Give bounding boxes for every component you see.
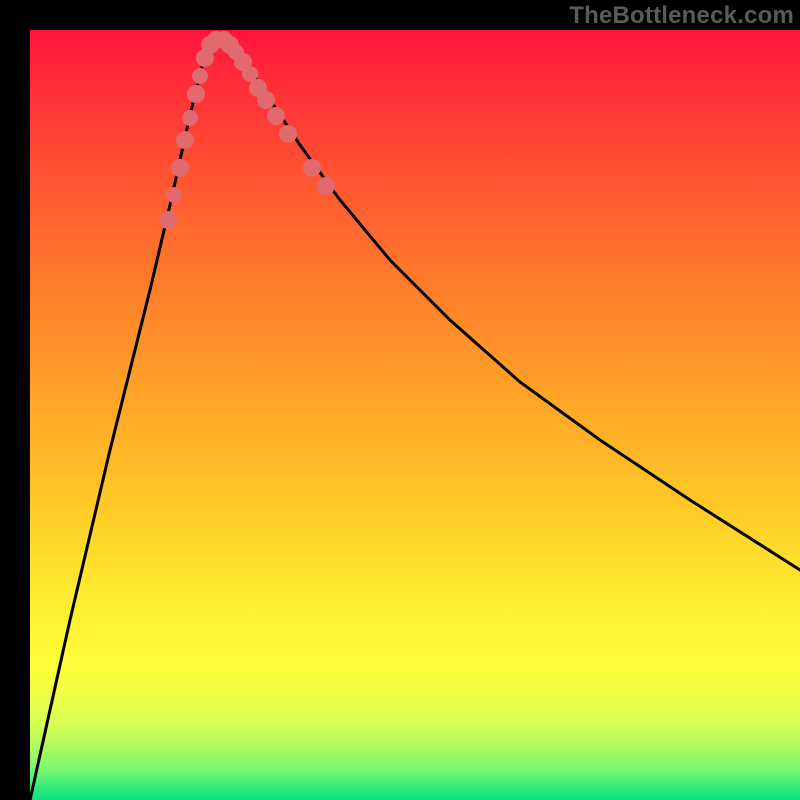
highlight-dot <box>279 125 297 143</box>
plot-area <box>30 30 800 800</box>
chart-frame: TheBottleneck.com <box>0 0 800 800</box>
highlight-dot <box>166 187 182 203</box>
bottleneck-curve <box>30 40 800 800</box>
highlight-dot <box>303 159 321 177</box>
highlight-dot <box>267 107 285 125</box>
watermark-text: TheBottleneck.com <box>569 2 794 30</box>
highlight-dot <box>317 177 335 195</box>
highlight-dot <box>187 85 205 103</box>
highlight-dot <box>159 211 177 229</box>
highlight-dot <box>182 110 198 126</box>
highlight-dot <box>257 91 275 109</box>
chart-svg <box>30 30 800 800</box>
highlight-dot <box>171 159 189 177</box>
highlight-dot <box>176 131 194 149</box>
highlight-dot <box>192 68 208 84</box>
